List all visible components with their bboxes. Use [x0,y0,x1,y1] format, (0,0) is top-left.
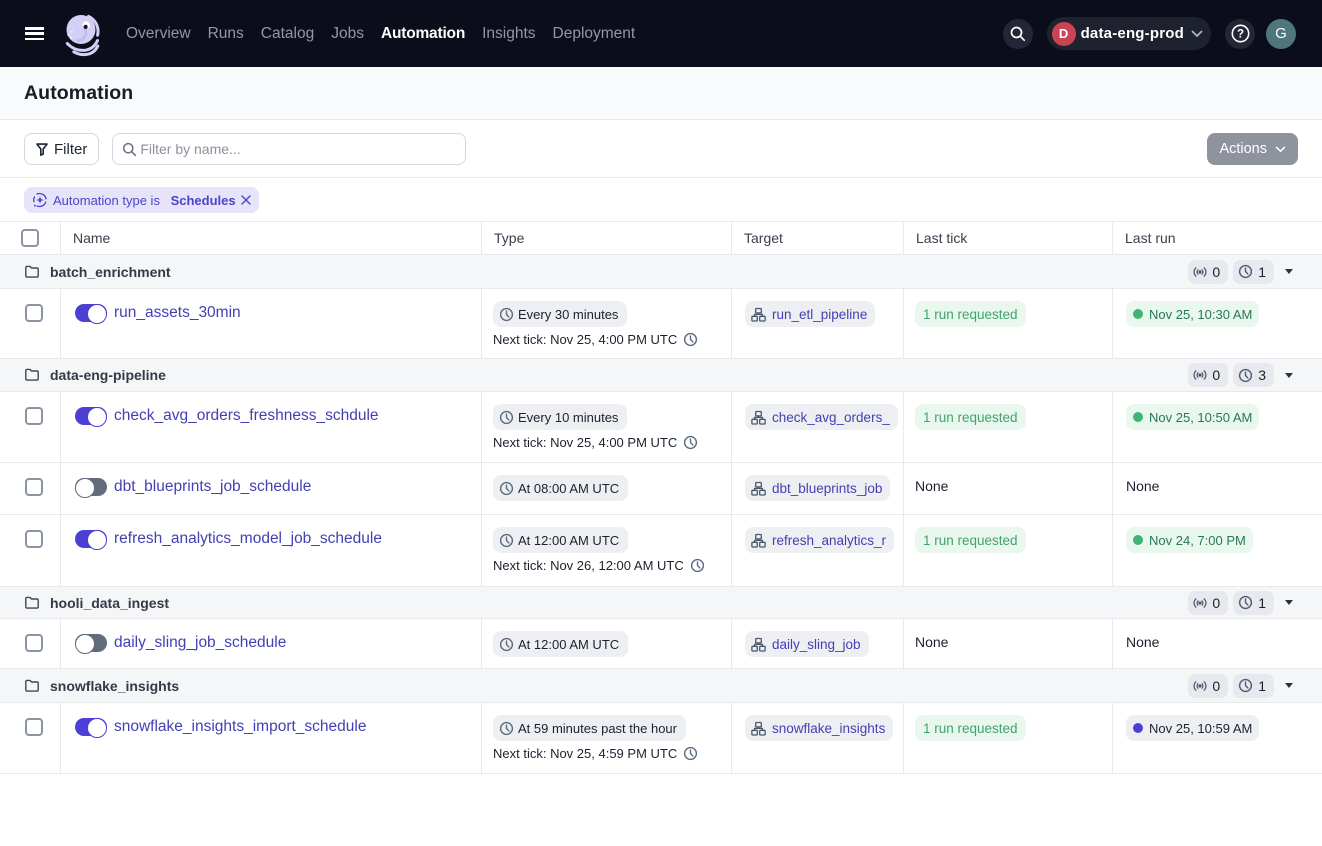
svg-text:?: ? [1236,29,1243,41]
